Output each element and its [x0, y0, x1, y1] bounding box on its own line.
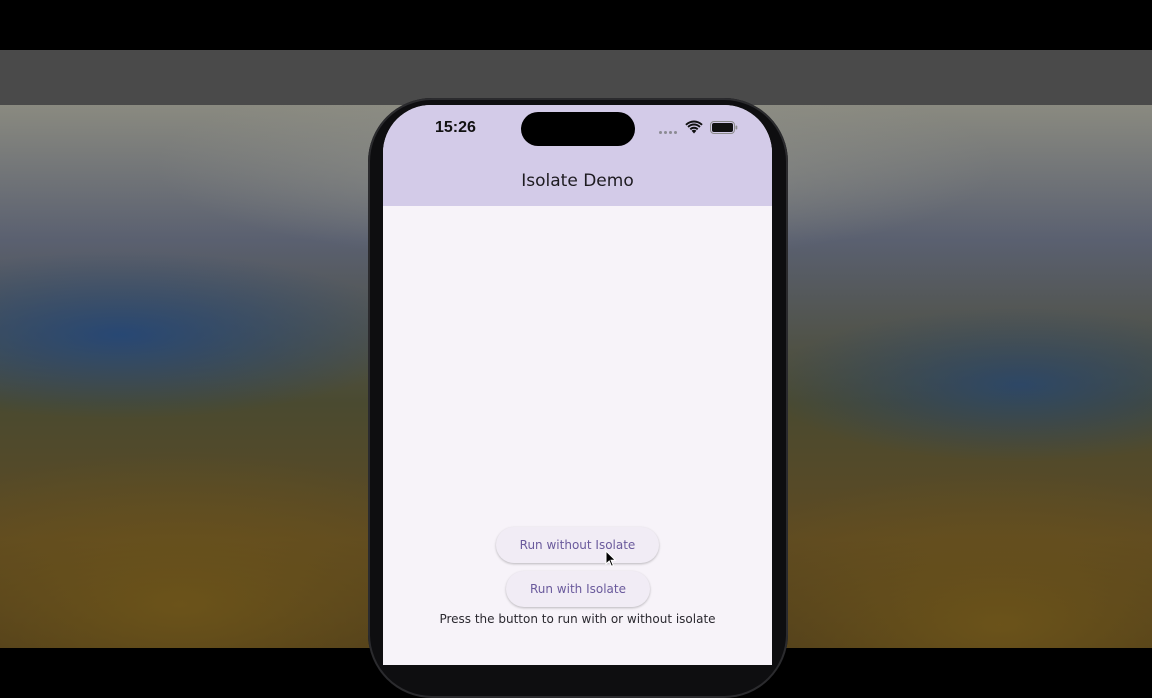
status-time: 15:26: [435, 119, 476, 136]
phone-screen: 15:26 Isolate Demo Run without Isolate R…: [383, 105, 772, 665]
dynamic-island: [521, 112, 635, 146]
app-bar: 15:26 Isolate Demo: [383, 105, 772, 206]
cellular-signal-icon: [659, 131, 677, 134]
simulator-title-bar: [0, 50, 1152, 105]
hint-text: Press the button to run with or without …: [439, 612, 716, 626]
app-title: Isolate Demo: [521, 171, 634, 191]
battery-icon: [710, 121, 738, 134]
run-without-isolate-button[interactable]: Run without Isolate: [496, 527, 659, 563]
wifi-icon: [685, 120, 703, 134]
run-with-isolate-button[interactable]: Run with Isolate: [506, 571, 650, 607]
mouse-cursor-icon: [605, 550, 617, 567]
recording-black-bar: [0, 0, 1152, 50]
